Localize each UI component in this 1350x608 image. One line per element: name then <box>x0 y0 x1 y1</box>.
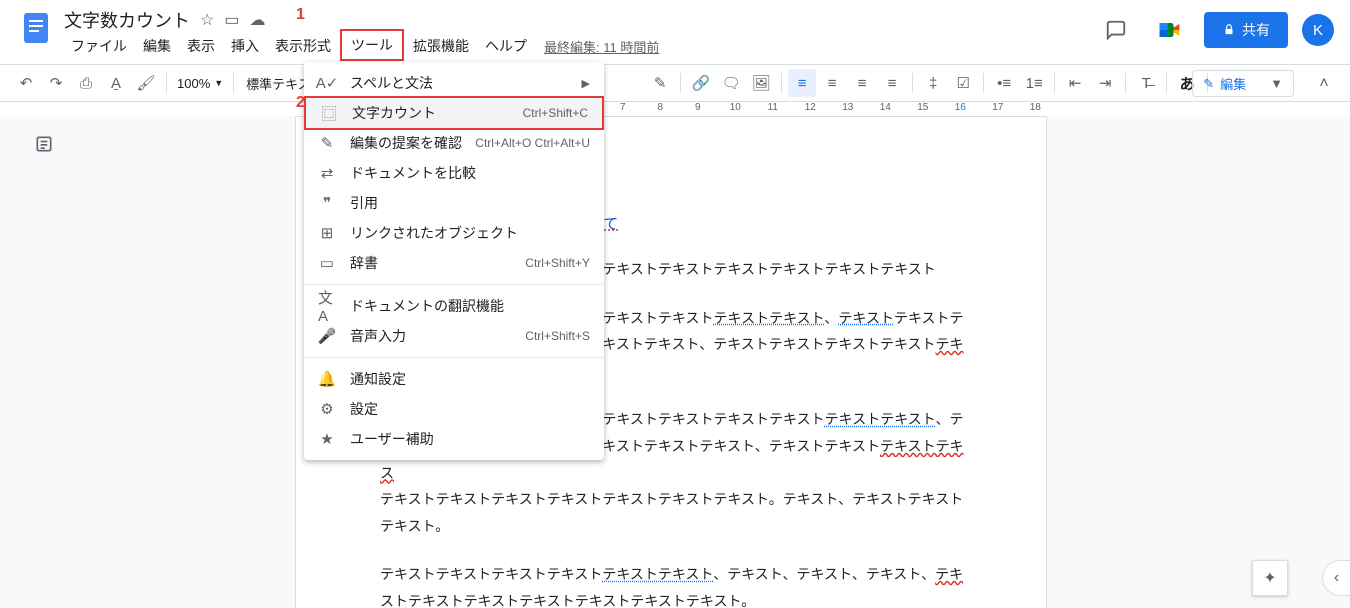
menu-dictionary[interactable]: ▭辞書Ctrl+Shift+Y <box>304 248 604 278</box>
zoom-select[interactable]: 100%▼ <box>173 76 227 91</box>
star-icon[interactable]: ☆ <box>200 10 214 30</box>
separator <box>1125 73 1126 93</box>
quote-icon: ❞ <box>318 194 336 212</box>
menu-view[interactable]: 表示 <box>180 34 222 58</box>
linked-icon: ⊞ <box>318 224 336 242</box>
chevron-right-icon: ▶ <box>582 77 590 90</box>
paint-format-icon[interactable]: 🖌 <box>132 69 160 97</box>
ruler: 789101112131415161718 <box>0 102 1350 116</box>
separator <box>166 73 167 93</box>
redo-icon[interactable]: ↷ <box>42 69 70 97</box>
clear-formatting-icon[interactable]: T̶ <box>1132 69 1160 97</box>
annotation-1: 1 <box>296 6 305 24</box>
menu-citations[interactable]: ❞引用 <box>304 188 604 218</box>
align-justify-icon[interactable]: ≡ <box>878 69 906 97</box>
title-area: 文字数カウント ☆ ▭ ☁ ファイル 編集 表示 挿入 表示形式 ツール 拡張機… <box>64 8 659 58</box>
menu-insert[interactable]: 挿入 <box>224 34 266 58</box>
numbered-list-icon[interactable]: 1≡ <box>1020 69 1048 97</box>
shortcut-text: Ctrl+Shift+Y <box>525 256 590 270</box>
menu-voice-typing[interactable]: 🎤音声入力Ctrl+Shift+S <box>304 321 604 351</box>
header-actions: 共有 K <box>1096 10 1334 50</box>
separator <box>680 73 681 93</box>
separator <box>983 73 984 93</box>
highlight-color-icon[interactable]: ✎ <box>646 69 674 97</box>
editing-mode-button[interactable]: ✎ 編集 ▼ <box>1192 70 1294 97</box>
separator <box>1054 73 1055 93</box>
docs-logo-icon[interactable] <box>16 8 56 48</box>
compare-icon: ⇄ <box>318 164 336 182</box>
menu-edit[interactable]: 編集 <box>136 34 178 58</box>
mic-icon: 🎤 <box>318 327 336 345</box>
doc-paragraph[interactable]: テキストテキストテキストテキストテキストテキスト、テキスト、テキスト、テキスト、… <box>380 561 966 608</box>
undo-icon[interactable]: ↶ <box>12 69 40 97</box>
menu-bar: ファイル 編集 表示 挿入 表示形式 ツール 拡張機能 ヘルプ 最終編集: 11… <box>64 34 659 58</box>
share-button[interactable]: 共有 <box>1204 12 1288 48</box>
comment-history-icon[interactable] <box>1096 10 1136 50</box>
pencil-icon: ✎ <box>1203 76 1214 92</box>
menu-translate[interactable]: 文Aドキュメントの翻訳機能 <box>304 291 604 321</box>
hide-menus-icon[interactable]: ˄ <box>1310 70 1338 98</box>
menu-review-edits[interactable]: ✎編集の提案を確認Ctrl+Alt+O Ctrl+Alt+U <box>304 128 604 158</box>
insert-image-icon[interactable]: 🖼 <box>747 69 775 97</box>
menu-accessibility[interactable]: ★ユーザー補助 <box>304 424 604 454</box>
insert-link-icon[interactable]: 🔗 <box>687 69 715 97</box>
tools-menu-dropdown: A✓スペルと文法▶ ⿴文字カウントCtrl+Shift+C ✎編集の提案を確認C… <box>304 62 604 460</box>
menu-preferences[interactable]: ⚙設定 <box>304 394 604 424</box>
document-outline-icon[interactable] <box>34 134 58 158</box>
menu-format[interactable]: 表示形式 <box>268 34 338 58</box>
menu-spelling-grammar[interactable]: A✓スペルと文法▶ <box>304 68 604 98</box>
word-count-icon: ⿴ <box>320 103 338 124</box>
bulleted-list-icon[interactable]: •≡ <box>990 69 1018 97</box>
last-edit-link[interactable]: 最終編集: 11 時間前 <box>544 37 659 56</box>
translate-icon: 文A <box>318 287 336 325</box>
toolbar: ↶ ↷ ⎙ A̱ 🖌 100%▼ 標準テキス ✎ 🔗 🗨 🖼 ≡ ≡ ≡ ≡ ‡… <box>0 64 1350 102</box>
cloud-status-icon[interactable]: ☁ <box>249 10 265 30</box>
indent-increase-icon[interactable]: ⇥ <box>1091 69 1119 97</box>
document-title[interactable]: 文字数カウント <box>64 7 190 33</box>
shortcut-text: Ctrl+Shift+C <box>523 106 588 120</box>
show-side-panel-icon[interactable]: ‹ <box>1322 560 1350 596</box>
menu-word-count[interactable]: ⿴文字カウントCtrl+Shift+C <box>304 96 604 130</box>
separator <box>912 73 913 93</box>
menu-linked-objects[interactable]: ⊞リンクされたオブジェクト <box>304 218 604 248</box>
spellcheck-icon[interactable]: A̱ <box>102 69 130 97</box>
dictionary-icon: ▭ <box>318 254 336 272</box>
menu-tools[interactable]: ツール <box>340 29 404 61</box>
align-center-icon[interactable]: ≡ <box>818 69 846 97</box>
menu-notifications[interactable]: 🔔通知設定 <box>304 364 604 394</box>
spellcheck-icon: A✓ <box>318 74 336 92</box>
chevron-down-icon: ▼ <box>1270 76 1283 91</box>
app-header: 文字数カウント ☆ ▭ ☁ ファイル 編集 表示 挿入 表示形式 ツール 拡張機… <box>0 0 1350 64</box>
editor-surface: テキストテキストテキストについて テキストテキストテキストテキストテキストテキス… <box>0 116 1350 608</box>
editing-mode-label: 編集 <box>1220 74 1246 93</box>
move-icon[interactable]: ▭ <box>224 10 239 30</box>
menu-separator <box>304 357 604 358</box>
explore-button[interactable]: ✦ <box>1252 560 1288 596</box>
align-left-icon[interactable]: ≡ <box>788 69 816 97</box>
review-icon: ✎ <box>318 134 336 152</box>
meet-icon[interactable] <box>1150 10 1190 50</box>
share-label: 共有 <box>1242 20 1270 40</box>
shortcut-text: Ctrl+Shift+S <box>525 329 590 343</box>
indent-decrease-icon[interactable]: ⇤ <box>1061 69 1089 97</box>
print-icon[interactable]: ⎙ <box>72 69 100 97</box>
bell-icon: 🔔 <box>318 370 336 388</box>
accessibility-icon: ★ <box>318 430 336 448</box>
align-right-icon[interactable]: ≡ <box>848 69 876 97</box>
separator <box>1166 73 1167 93</box>
shortcut-text: Ctrl+Alt+O Ctrl+Alt+U <box>475 136 590 150</box>
menu-separator <box>304 284 604 285</box>
annotation-2: 2 <box>296 94 305 112</box>
menu-file[interactable]: ファイル <box>64 34 134 58</box>
add-comment-icon[interactable]: 🗨 <box>717 69 745 97</box>
checklist-icon[interactable]: ☑ <box>949 69 977 97</box>
menu-help[interactable]: ヘルプ <box>478 34 534 58</box>
menu-compare-docs[interactable]: ⇄ドキュメントを比較 <box>304 158 604 188</box>
gear-icon: ⚙ <box>318 400 336 418</box>
separator <box>233 73 234 93</box>
menu-extensions[interactable]: 拡張機能 <box>406 34 476 58</box>
line-spacing-icon[interactable]: ‡ <box>919 69 947 97</box>
separator <box>781 73 782 93</box>
account-avatar[interactable]: K <box>1302 14 1334 46</box>
